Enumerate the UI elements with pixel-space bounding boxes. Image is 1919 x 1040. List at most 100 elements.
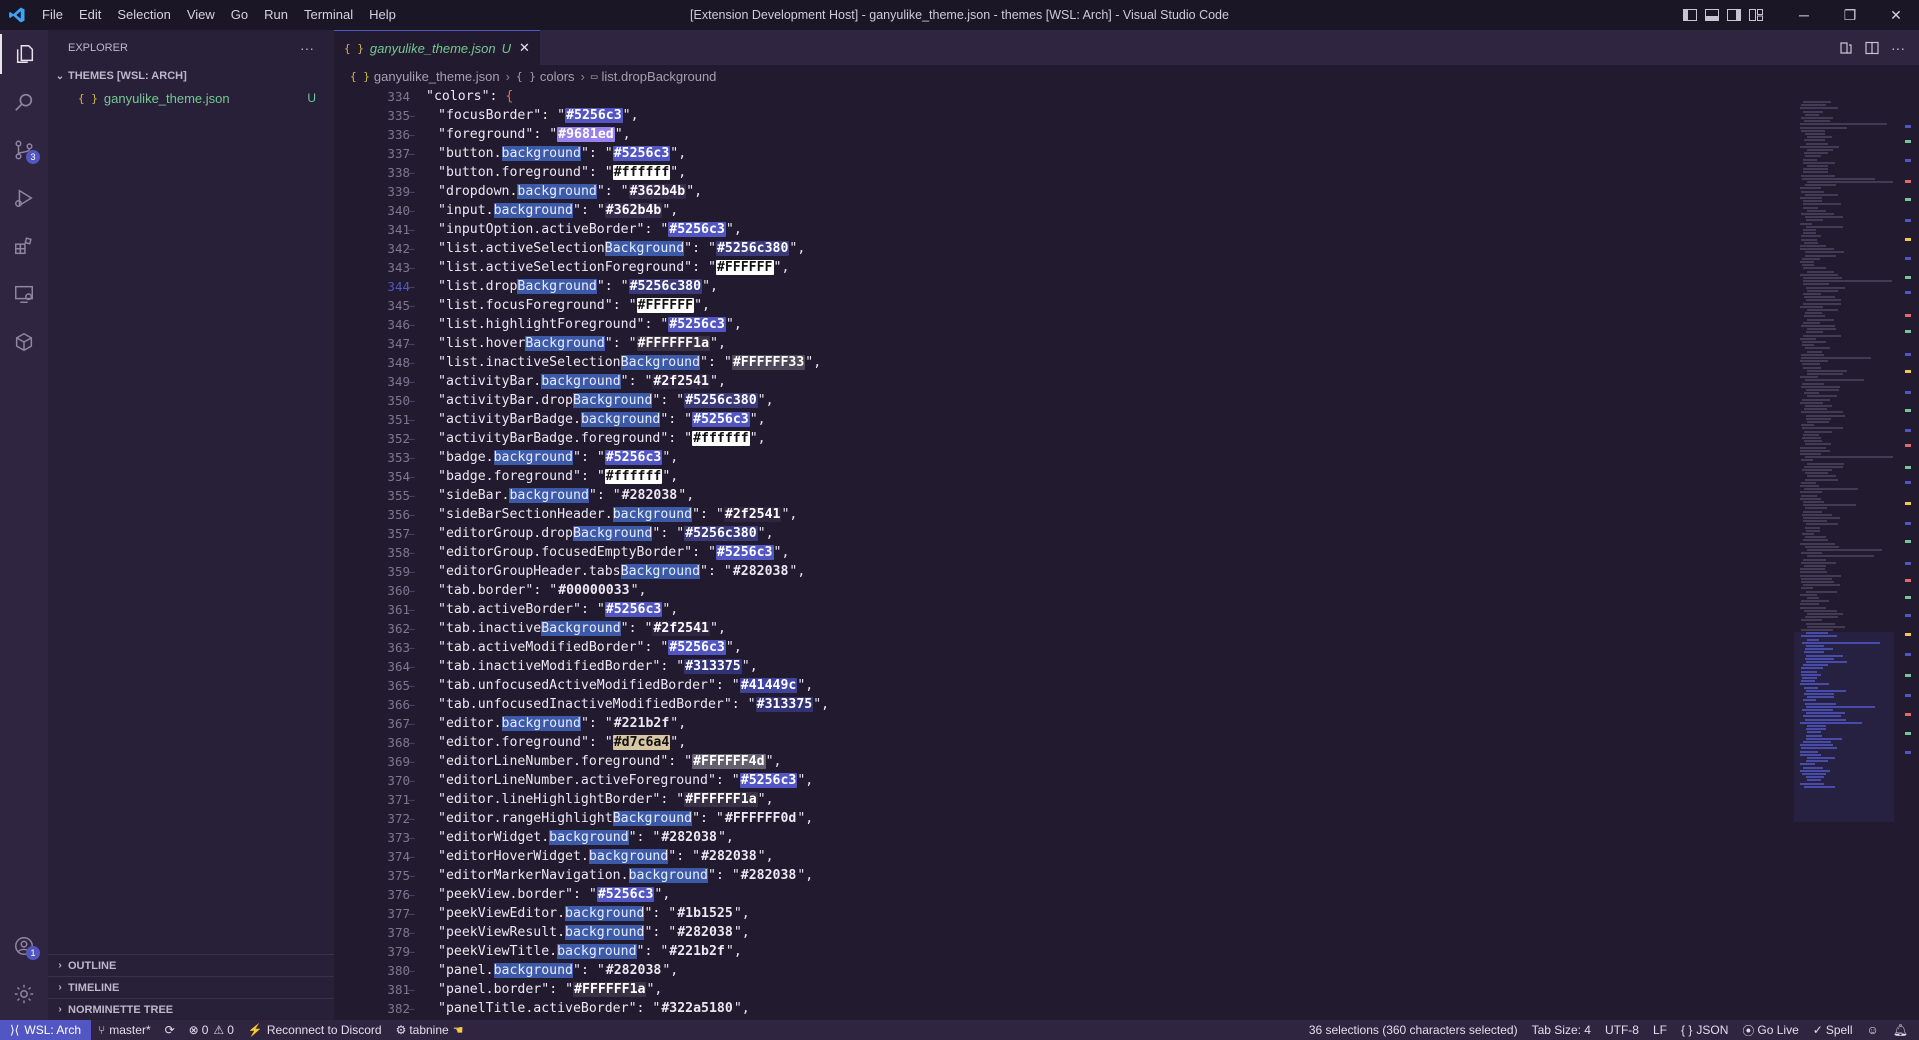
- encoding[interactable]: UTF-8: [1598, 1020, 1646, 1040]
- minimap-line: [1806, 529, 1820, 532]
- remote-explorer-icon[interactable]: [0, 274, 48, 314]
- minimap-line: [1806, 654, 1843, 657]
- extensions-icon[interactable]: [0, 226, 48, 266]
- close-tab-icon[interactable]: ✕: [519, 40, 530, 56]
- json-key-quote: ": [692, 811, 701, 826]
- minimap-line: [1800, 248, 1834, 251]
- menu-file[interactable]: File: [34, 0, 71, 30]
- remote-indicator[interactable]: ⟩⟨ WSL: Arch: [0, 1020, 92, 1040]
- accounts-icon[interactable]: 1: [0, 926, 48, 966]
- scrollbar-marker: [1905, 330, 1911, 333]
- json-comma: ",: [773, 260, 790, 275]
- selection-info[interactable]: 36 selections (360 characters selected): [1302, 1020, 1525, 1040]
- open-changes-icon[interactable]: [1833, 30, 1859, 65]
- minimap-line: [1805, 657, 1834, 660]
- search-icon[interactable]: [0, 82, 48, 122]
- timeline-section[interactable]: › TIMELINE: [48, 976, 334, 998]
- code-editor[interactable]: 334 "colors": {335— "focusBorder": "#5256c…: [334, 87, 1794, 1020]
- menu-edit[interactable]: Edit: [71, 0, 109, 30]
- minimap-line: [1803, 766, 1823, 769]
- menu-view[interactable]: View: [179, 0, 223, 30]
- minimap-line: [1800, 571, 1827, 574]
- json-key: input.: [445, 203, 494, 218]
- end-of-line[interactable]: LF: [1646, 1020, 1674, 1040]
- feedback-icon[interactable]: ☺: [1860, 1020, 1886, 1040]
- problems-indicator[interactable]: ⊗ 0 ⚠ 0: [182, 1020, 241, 1040]
- explorer-icon[interactable]: [0, 34, 48, 74]
- minimap-line: [1800, 360, 1828, 363]
- language-label: JSON: [1696, 1023, 1729, 1037]
- code-text: "peekViewEditor.background": "#1b1525",: [438, 904, 750, 923]
- more-actions-icon[interactable]: ···: [300, 40, 314, 56]
- more-actions-icon[interactable]: ···: [1885, 30, 1911, 65]
- close-window-icon[interactable]: ✕: [1873, 0, 1919, 30]
- source-control-icon[interactable]: 3: [0, 130, 48, 170]
- language-mode[interactable]: { } JSON: [1674, 1020, 1735, 1040]
- settings-gear-icon[interactable]: [0, 974, 48, 1014]
- json-key: editorHoverWidget.: [445, 849, 589, 864]
- scrollbar-marker: [1905, 674, 1911, 677]
- toggle-panel-icon[interactable]: [1701, 0, 1723, 30]
- json-comma: ",: [614, 127, 631, 142]
- json-colon: : ": [660, 659, 685, 674]
- toggle-secondary-sidebar-icon[interactable]: [1723, 0, 1745, 30]
- containers-icon[interactable]: [0, 322, 48, 362]
- folder-header[interactable]: ⌄ THEMES [WSL: ARCH]: [48, 65, 334, 87]
- code-line: 339— "dropdown.background": "#362b4b",: [334, 182, 1794, 201]
- indent-guide: —: [408, 394, 415, 407]
- code-line: 334 "colors": {: [334, 87, 1794, 106]
- tab-size[interactable]: Tab Size: 4: [1525, 1020, 1598, 1040]
- selection-highlight: Background: [525, 336, 605, 351]
- file-item[interactable]: { } ganyulike_theme.json U: [48, 87, 334, 109]
- restore-icon[interactable]: ❐: [1827, 0, 1873, 30]
- json-comma: ",: [662, 963, 679, 978]
- color-value: #5256c380: [684, 526, 758, 541]
- indent-guide: —: [408, 470, 415, 483]
- menu-go[interactable]: Go: [223, 0, 256, 30]
- minimap-line: [1800, 574, 1841, 577]
- menu-run[interactable]: Run: [256, 0, 296, 30]
- menu-terminal[interactable]: Terminal: [296, 0, 361, 30]
- split-editor-icon[interactable]: [1859, 30, 1885, 65]
- minimap-line: [1800, 337, 1816, 340]
- json-key-quote: ": [580, 165, 589, 180]
- code-text: "badge.background": "#5256c3",: [438, 448, 678, 467]
- run-debug-icon[interactable]: [0, 178, 48, 218]
- customize-layout-icon[interactable]: [1745, 0, 1767, 30]
- indent-guide: —: [408, 261, 415, 274]
- json-comma: ",: [622, 108, 639, 123]
- tabnine-icon: ⚙: [395, 1023, 407, 1037]
- color-value: #2f2541: [723, 507, 782, 522]
- sync-icon[interactable]: ⟳: [158, 1020, 182, 1040]
- tabnine-status[interactable]: ⚙ tabnine ☚: [389, 1020, 471, 1040]
- outline-section[interactable]: › OUTLINE: [48, 954, 334, 976]
- minimap-line: [1804, 392, 1819, 395]
- line-number: 339: [387, 184, 410, 199]
- json-key: inputOption.activeBorder: [445, 222, 637, 237]
- minimap-line: [1801, 238, 1817, 241]
- minimap[interactable]: [1794, 87, 1894, 1020]
- menu-help[interactable]: Help: [361, 0, 404, 30]
- breadcrumb-property[interactable]: list.dropBackground: [602, 69, 717, 84]
- branch-indicator[interactable]: ⑂ master*: [91, 1020, 158, 1040]
- editor-tab[interactable]: { } ganyulike_theme.json U ✕: [334, 30, 540, 65]
- minimap-line: [1803, 584, 1840, 587]
- notifications-bell-icon[interactable]: 🔔︎: [1886, 1020, 1915, 1040]
- menu-selection[interactable]: Selection: [109, 0, 178, 30]
- file-status-badge: U: [307, 91, 316, 105]
- minimap-line: [1803, 171, 1828, 174]
- breadcrumb-file[interactable]: ganyulike_theme.json: [374, 69, 500, 84]
- spell-status[interactable]: ✓ Spell: [1806, 1020, 1860, 1040]
- scrollbar-marker: [1905, 444, 1911, 447]
- json-colon: : ": [668, 431, 693, 446]
- norminette-tree-section[interactable]: › NORMINETTE TREE: [48, 998, 334, 1020]
- minimap-line: [1803, 664, 1828, 667]
- toggle-primary-sidebar-icon[interactable]: [1679, 0, 1701, 30]
- color-value: #5256c3: [604, 602, 663, 617]
- breadcrumb-colors[interactable]: colors: [540, 69, 575, 84]
- discord-status[interactable]: ⚡ Reconnect to Discord: [241, 1020, 389, 1040]
- minimize-icon[interactable]: ─: [1781, 0, 1827, 30]
- go-live-button[interactable]: ⦿ Go Live: [1735, 1020, 1805, 1040]
- json-comma: ",: [646, 982, 663, 997]
- minimap-line: [1800, 245, 1826, 247]
